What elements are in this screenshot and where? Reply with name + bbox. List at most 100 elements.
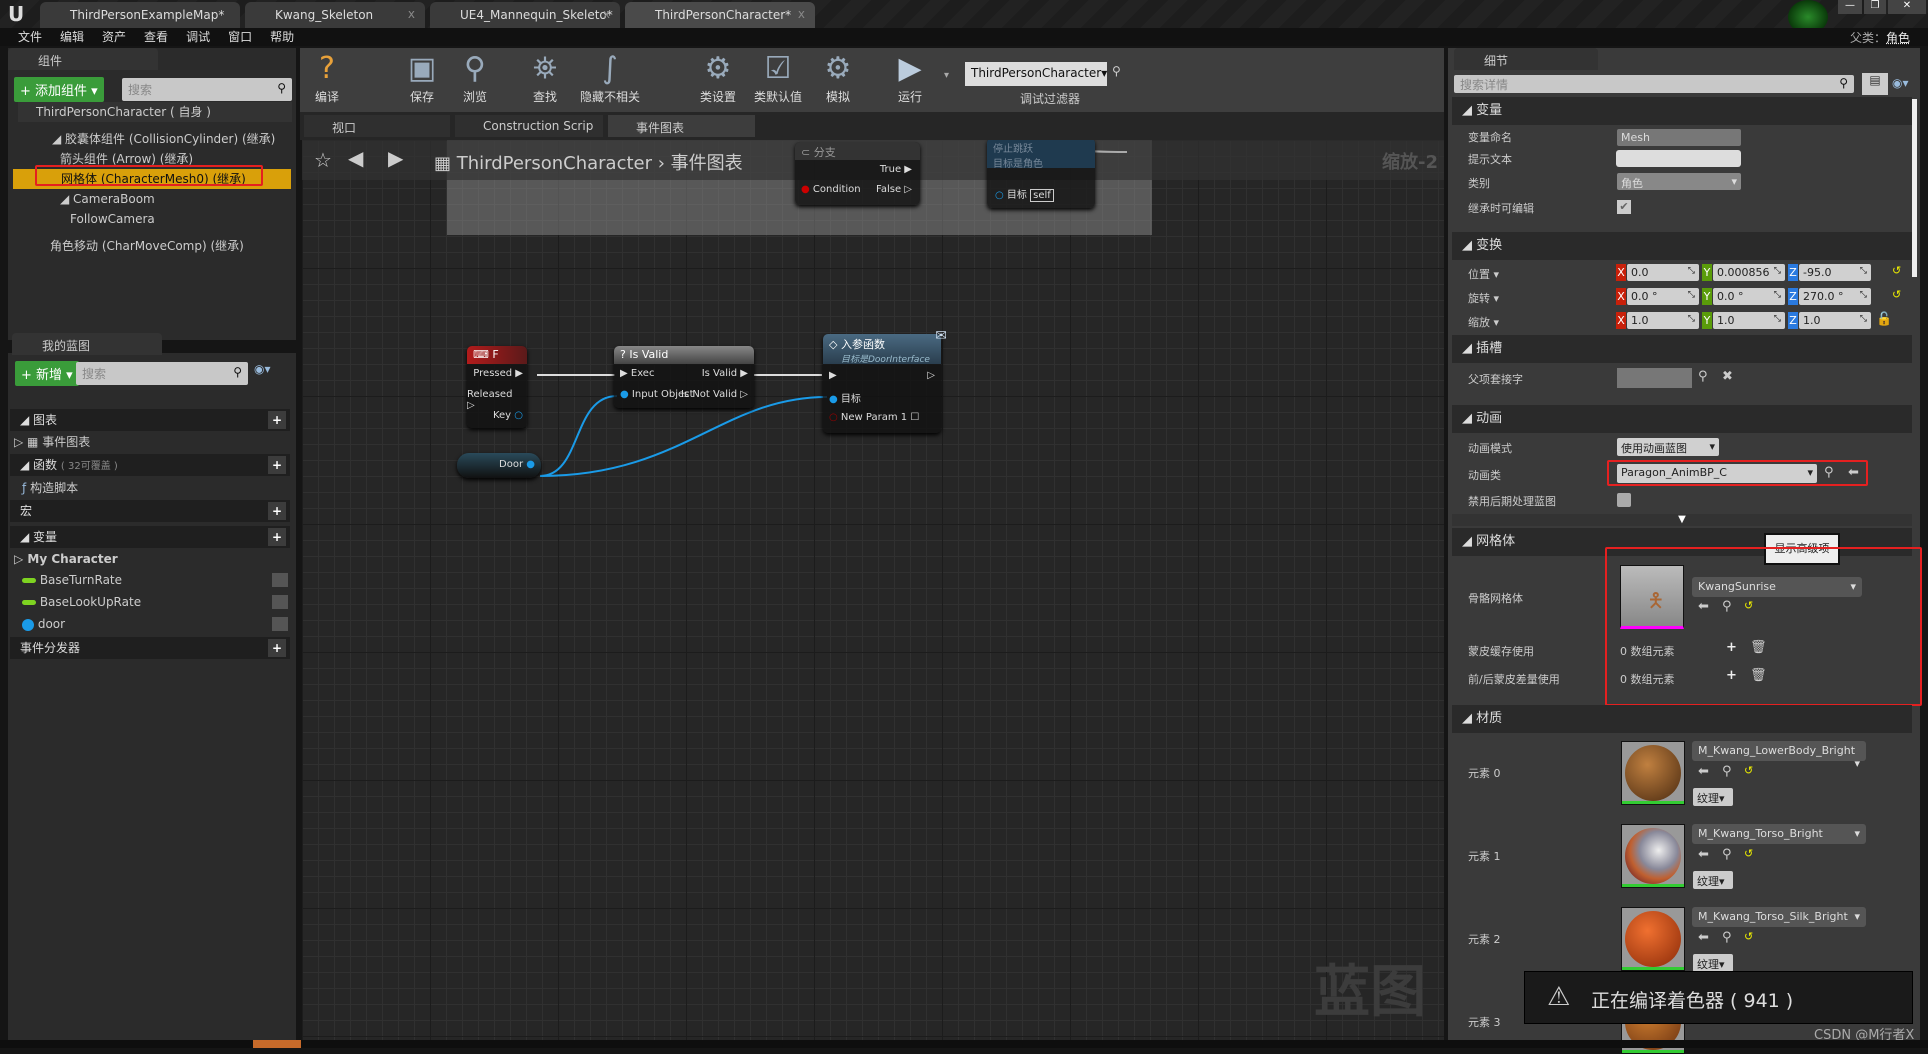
- reset-default-icon[interactable]: ↺: [1744, 847, 1753, 860]
- tab-event-graph[interactable]: 事件图表: [608, 115, 755, 137]
- transform-row-label[interactable]: 旋转 ▾: [1468, 290, 1499, 306]
- tab-viewport[interactable]: 视口: [304, 115, 450, 137]
- doc-tab-map[interactable]: ThirdPersonExampleMap*: [40, 2, 240, 28]
- disable-postprocess-checkbox[interactable]: [1617, 493, 1631, 507]
- tooltip-field[interactable]: [1616, 150, 1741, 167]
- transform-row-label[interactable]: 位置 ▾: [1468, 266, 1499, 282]
- tab-construction-script[interactable]: Construction Scrip: [455, 115, 603, 137]
- parent-socket-field[interactable]: [1617, 368, 1692, 388]
- menu-asset[interactable]: 资产: [102, 30, 126, 44]
- use-selected-arrow-icon[interactable]: ⬅: [1698, 847, 1709, 862]
- pin-true[interactable]: True ▶: [880, 164, 912, 175]
- components-tab[interactable]: 组件: [8, 48, 158, 70]
- details-search-input[interactable]: 搜索详情 ⚲: [1454, 75, 1854, 93]
- debug-filter-dropdown[interactable]: ThirdPersonCharacter▾: [965, 62, 1107, 86]
- close-icon[interactable]: x: [408, 7, 415, 21]
- add-function-button[interactable]: +: [268, 456, 286, 474]
- show-advanced-expander[interactable]: ▼: [1452, 514, 1912, 526]
- clear-x-icon[interactable]: ✖: [1722, 369, 1733, 384]
- blueprint-search-input[interactable]: 搜索 ⚲: [76, 362, 248, 385]
- texture-dropdown[interactable]: 纹理▾: [1693, 871, 1733, 889]
- pin-is-valid[interactable]: Is Valid ▶: [702, 368, 748, 379]
- transform-x-field[interactable]: 1.0 ⤡: [1627, 312, 1699, 329]
- play-button[interactable]: ▶ 运行: [880, 50, 940, 110]
- reset-default-icon[interactable]: ↺: [1744, 764, 1753, 777]
- add-macro-button[interactable]: +: [268, 502, 286, 520]
- section-variables[interactable]: ◢ 变量 +: [10, 526, 290, 548]
- close-icon[interactable]: x: [603, 7, 610, 21]
- save-button[interactable]: ▣ 保存: [392, 50, 452, 110]
- hide-unrelated-button[interactable]: ∫ 隐藏不相关: [575, 50, 645, 110]
- section-dispatchers[interactable]: 事件分发器 +: [10, 637, 290, 659]
- menu-view[interactable]: 查看: [144, 30, 168, 44]
- visibility-toggle[interactable]: [272, 617, 288, 631]
- pin-exec-out[interactable]: ▷: [927, 370, 935, 381]
- add-component-button[interactable]: + 添加组件 ▾: [14, 77, 104, 102]
- graph-canvas[interactable]: ☆ ◀ ▶ ▦ ThirdPersonCharacter › 事件图表 缩放-2…: [302, 140, 1444, 1040]
- visibility-eye-icon[interactable]: ◉▾: [254, 362, 271, 376]
- interface-function-node[interactable]: ◇ 入参函数 目标是DoorInterface ✉ ▶ ▷ ● 目标 ○ New …: [823, 328, 947, 433]
- search-icon[interactable]: ⚲: [1698, 369, 1708, 384]
- texture-dropdown[interactable]: 纹理▾: [1693, 788, 1733, 806]
- play-options-dropdown[interactable]: ▾: [944, 70, 949, 81]
- transform-x-field[interactable]: 0.0 ⤡: [1627, 264, 1699, 281]
- find-button[interactable]: ⛯ 查找: [515, 50, 575, 110]
- reset-default-icon[interactable]: ↺: [1744, 930, 1753, 943]
- minimize-button[interactable]: —: [1838, 0, 1862, 14]
- section-graphs[interactable]: ◢ 图表 +: [10, 409, 290, 431]
- material-thumbnail[interactable]: [1621, 824, 1685, 888]
- visibility-toggle[interactable]: [272, 573, 288, 587]
- branch-node[interactable]: ⊂ 分支 True ▶ ● Condition False ▷: [795, 142, 920, 205]
- menu-file[interactable]: 文件: [18, 30, 42, 44]
- new-button[interactable]: + 新增 ▾: [15, 361, 79, 386]
- construction-script-item[interactable]: ƒ 构造脚本: [22, 478, 78, 498]
- class-defaults-button[interactable]: ☑ 类默认值: [748, 50, 808, 110]
- debug-find-icon[interactable]: ⚲: [1112, 64, 1121, 78]
- stop-jumping-node[interactable]: 停止跳跃 目标是角色 ○ 目标 self: [987, 140, 1095, 208]
- add-variable-button[interactable]: +: [268, 528, 286, 546]
- my-blueprint-tab[interactable]: 我的蓝图: [12, 333, 162, 355]
- section-functions[interactable]: ◢ 函数 ( 32可覆盖 ) +: [10, 454, 290, 476]
- component-cameraboom[interactable]: ◢ CameraBoom: [36, 189, 155, 209]
- browse-search-icon[interactable]: ⚲: [1722, 930, 1732, 945]
- event-graph-item[interactable]: ▷ ▦ 事件图表: [14, 432, 90, 452]
- variable-item[interactable]: BaseTurnRate: [22, 570, 290, 590]
- components-search-input[interactable]: 搜索 ⚲: [122, 78, 292, 101]
- variable-name-field[interactable]: Mesh: [1617, 129, 1741, 146]
- section-variable[interactable]: ◢ 变量: [1452, 97, 1912, 125]
- doc-tab-thirdpersoncharacter[interactable]: ThirdPersonCharacter* x: [625, 2, 815, 28]
- transform-z-field[interactable]: -95.0 ⤡: [1799, 264, 1871, 281]
- compile-button[interactable]: ? 编译: [297, 50, 357, 110]
- variable-item[interactable]: door: [22, 614, 290, 634]
- material-thumbnail[interactable]: [1621, 741, 1685, 805]
- variable-category[interactable]: ▷ My Character: [14, 549, 118, 569]
- details-scrollbar[interactable]: [1912, 99, 1917, 277]
- pin-false[interactable]: False ▷: [876, 184, 912, 195]
- pin-exec-in[interactable]: ▶: [829, 370, 837, 381]
- use-selected-arrow-icon[interactable]: ⬅: [1698, 930, 1709, 945]
- transform-z-field[interactable]: 1.0 ⤡: [1799, 312, 1871, 329]
- material-dropdown[interactable]: M_Kwang_Torso_Silk_Bright ▾: [1692, 907, 1866, 927]
- pin-released[interactable]: Released ▷: [467, 389, 523, 411]
- reset-default-icon[interactable]: ↺: [1892, 264, 1901, 277]
- section-sockets[interactable]: ◢ 插槽: [1452, 335, 1912, 363]
- key-f-event-node[interactable]: ⌨ F Pressed ▶ Released ▷ Key ○: [467, 346, 527, 428]
- pin-is-not-valid[interactable]: Is Not Valid ▷: [681, 389, 748, 400]
- browse-search-icon[interactable]: ⚲: [1722, 764, 1732, 779]
- doc-tab-kwang-skeleton[interactable]: Kwang_Skeleton x: [245, 2, 425, 28]
- transform-z-field[interactable]: 270.0 ° ⤡: [1799, 288, 1871, 305]
- pin-new-param[interactable]: ○ New Param 1 ☐: [829, 412, 919, 423]
- pin-condition[interactable]: ● Condition: [801, 184, 861, 195]
- class-settings-button[interactable]: ⚙ 类设置: [688, 50, 748, 110]
- visibility-toggle[interactable]: [272, 595, 288, 609]
- pin-door[interactable]: Door ●: [499, 459, 535, 470]
- parent-class-link[interactable]: 角色: [1886, 31, 1910, 45]
- close-window-button[interactable]: ✕: [1888, 0, 1926, 14]
- material-dropdown[interactable]: M_Kwang_LowerBody_Bright ▾: [1692, 741, 1866, 770]
- menu-edit[interactable]: 编辑: [60, 30, 84, 44]
- component-charmove[interactable]: 角色移动 (CharMoveComp) (继承): [34, 236, 244, 256]
- transform-y-field[interactable]: 1.0 ⤡: [1713, 312, 1785, 329]
- simulate-button[interactable]: ⚙ 模拟: [808, 50, 868, 110]
- pin-target[interactable]: ● 目标: [829, 390, 861, 405]
- component-capsule[interactable]: ◢ 胶囊体组件 (CollisionCylinder) (继承): [22, 129, 275, 149]
